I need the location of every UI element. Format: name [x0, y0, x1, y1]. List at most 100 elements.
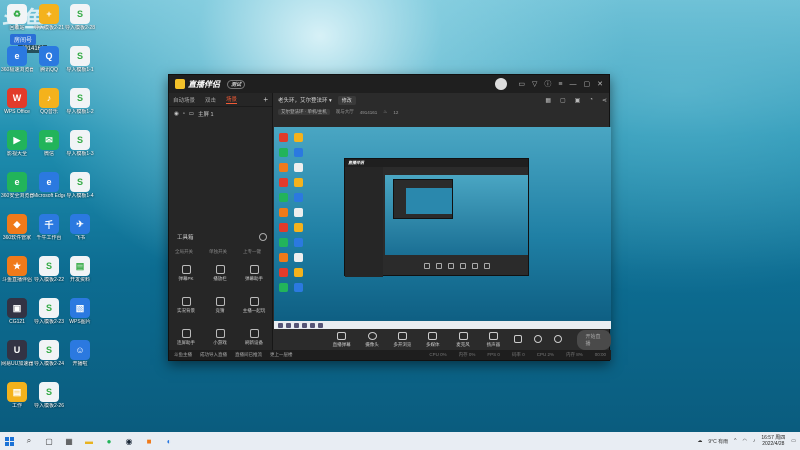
category-tag[interactable]: 艾尔登法环 · 单机/主机 [278, 109, 330, 115]
tool-play-together[interactable]: 主播一起玩 [239, 297, 269, 314]
avatar[interactable] [495, 78, 508, 90]
desktop-icon[interactable]: S 导入模板2-22 [33, 256, 65, 283]
eye-icon[interactable]: ◉ [174, 111, 179, 117]
copy-icon[interactable]: ▣ [575, 97, 581, 104]
desktop-icon[interactable]: Q 腾讯QQ [33, 46, 65, 73]
desktop-icon[interactable]: e 360极速浏览器 [1, 46, 33, 73]
desktop-icon-label: Microsoft Edge [33, 193, 65, 199]
desktop-icon-label: WPS图片 [69, 319, 91, 325]
notification-icon[interactable]: ▭ [791, 438, 796, 444]
desktop-icon[interactable]: ✈ 飞书 [64, 214, 96, 241]
stat: 内存 8% [565, 352, 583, 357]
desktop-icon-label: 360极速浏览器 [1, 67, 33, 73]
weather-text[interactable]: 9°C 有雨 [708, 438, 728, 445]
info-icon[interactable]: ⓘ [544, 79, 551, 89]
desktop-icon[interactable]: S 导入模板2-28 [64, 4, 96, 31]
tool-mini-game[interactable]: 小游戏 [205, 329, 235, 346]
start-live-button[interactable]: 开始直播 [577, 330, 612, 350]
start-button[interactable] [4, 436, 14, 446]
add-scene-icon[interactable]: + [263, 95, 268, 104]
browser-icon[interactable]: ◐ [164, 436, 174, 446]
desktop-icon[interactable]: ✉ 微信 [33, 130, 65, 157]
version-badge[interactable]: 测试 [227, 79, 246, 89]
desktop-icon[interactable]: ▧ WPS图片 [64, 298, 96, 325]
tool-sub-single[interactable]: 单独开关 [209, 249, 227, 255]
settings-button[interactable] [554, 335, 563, 345]
explorer-icon[interactable]: ▬ [84, 436, 94, 446]
stat: FPS 0 [487, 352, 500, 357]
desktop-icon[interactable]: ▶ 影视大全 [1, 130, 33, 157]
desktop-icon-label: 开播啦 [72, 361, 88, 367]
tool-danmu-helper[interactable]: 弹幕助手 [239, 265, 269, 282]
tool-live-bg[interactable]: 实况背景 [171, 297, 201, 314]
desktop-icon[interactable]: S 导入模板2-24 [33, 340, 65, 367]
desktop-icon[interactable]: S 导入模板2-23 [33, 298, 65, 325]
live-preview[interactable]: 直播伴侣 [274, 127, 611, 329]
bell-icon[interactable]: ◔ [589, 97, 593, 104]
wechat-icon[interactable]: ● [104, 436, 114, 446]
network-icon[interactable]: ◠ [742, 438, 746, 444]
desktop-icon[interactable]: S 导入模板1-4 [64, 172, 96, 199]
close-icon[interactable]: ✕ [597, 80, 603, 88]
record-button[interactable] [514, 335, 523, 345]
volume-icon[interactable]: ♪ [753, 438, 756, 444]
media-button[interactable]: 多媒体 [423, 332, 442, 348]
tool-guess[interactable]: 竞猜 [205, 297, 235, 314]
beauty-button[interactable] [534, 335, 543, 345]
tab-auto-scene[interactable]: 自动场景 [173, 96, 195, 104]
speaker-button[interactable]: 扬声器 [484, 332, 503, 348]
lock-icon[interactable]: ▫ [183, 111, 185, 117]
shirt-icon[interactable]: ▽ [532, 80, 537, 88]
tool-screen-helper[interactable]: 连屏助手 [171, 329, 201, 346]
tab-scene[interactable]: 场景 [226, 95, 238, 104]
desktop-icon[interactable]: S 导入模板1-3 [64, 130, 96, 157]
gift-icon[interactable]: ▦ [545, 97, 551, 104]
desktop-icon[interactable]: ◆ 360软件管家 [1, 214, 33, 241]
tab-double[interactable]: 双击 [205, 96, 216, 104]
desktop-icon[interactable]: ▣ CG121 [1, 298, 33, 325]
minimize-icon[interactable]: — [570, 81, 577, 88]
room-title[interactable]: 老头环，艾尔登法环 ▾ [278, 96, 332, 104]
browser-button[interactable]: 多开浏览 [393, 332, 412, 348]
desktop-icon[interactable]: W WPS Office [1, 88, 33, 115]
clock[interactable]: 16:57 周四 2022/4/28 [761, 435, 785, 447]
tool-refresh-device[interactable]: 刷新设备 [239, 329, 269, 346]
status-3[interactable]: 更上一层楼 [270, 352, 293, 358]
edit-button[interactable]: 修改 [337, 95, 356, 105]
mic-button[interactable]: 麦克风 [453, 332, 472, 348]
tool-danmu-pk[interactable]: 弹幕PK [171, 265, 201, 282]
widgets-icon[interactable]: ▦ [64, 436, 74, 446]
desktop-icon[interactable]: ☺ 开播啦 [64, 340, 96, 367]
desktop-icon[interactable]: ▤ 开发资料 [64, 256, 96, 283]
desktop-icon[interactable]: S 导入模板1-1 [64, 46, 96, 73]
scene-item[interactable]: ◉ ▫ ▭ 主屏 1 [169, 107, 272, 121]
desktop-icon[interactable]: ▤ 工作 [1, 382, 33, 409]
steam-icon[interactable]: ◉ [124, 436, 134, 446]
desktop-icon[interactable]: e Microsoft Edge [33, 172, 65, 199]
task-view-icon[interactable]: ▢ [44, 436, 54, 446]
desktop-icon[interactable]: e 360安全浏览器 [1, 172, 33, 199]
menu-icon[interactable]: ≡ [558, 81, 562, 88]
desktop-icon[interactable]: ♻ 回收站 [1, 4, 33, 31]
desktop-icon[interactable]: ♪ QQ音乐 [33, 88, 65, 115]
tool-sub-key[interactable]: 上专一键 [243, 249, 261, 255]
share-icon[interactable]: ⋖ [602, 97, 607, 104]
weather-icon[interactable]: ☁ [697, 438, 702, 444]
desktop-icon[interactable]: ★ 斗鱼直播伴侣 [1, 256, 33, 283]
message-icon[interactable]: ▭ [518, 80, 525, 88]
desktop-icon[interactable]: U 网易UU加速器 [1, 340, 33, 367]
camera-button[interactable]: 摄像头 [362, 332, 381, 348]
desktop-icon[interactable]: S 导入模板1-2 [64, 88, 96, 115]
maximize-icon[interactable]: ▢ [584, 80, 591, 88]
search-icon[interactable]: ⌕ [24, 436, 34, 446]
tool-sub-global[interactable]: 全局开关 [175, 249, 193, 255]
douyu-icon[interactable]: ■ [144, 436, 154, 446]
desktop-icon[interactable]: S 导入模板2-26 [33, 382, 65, 409]
tray-expand-icon[interactable]: ^ [734, 438, 736, 444]
danmu-button[interactable]: 直播弹幕 [332, 332, 351, 348]
tools-settings-icon[interactable] [259, 233, 267, 241]
lock-icon[interactable]: ▢ [560, 97, 566, 104]
tool-playbar[interactable]: 播放栏 [205, 265, 235, 282]
desktop-icon[interactable]: + 导入模板2-21 [33, 4, 65, 31]
desktop-icon[interactable]: 千千牛工作台 [33, 214, 65, 241]
